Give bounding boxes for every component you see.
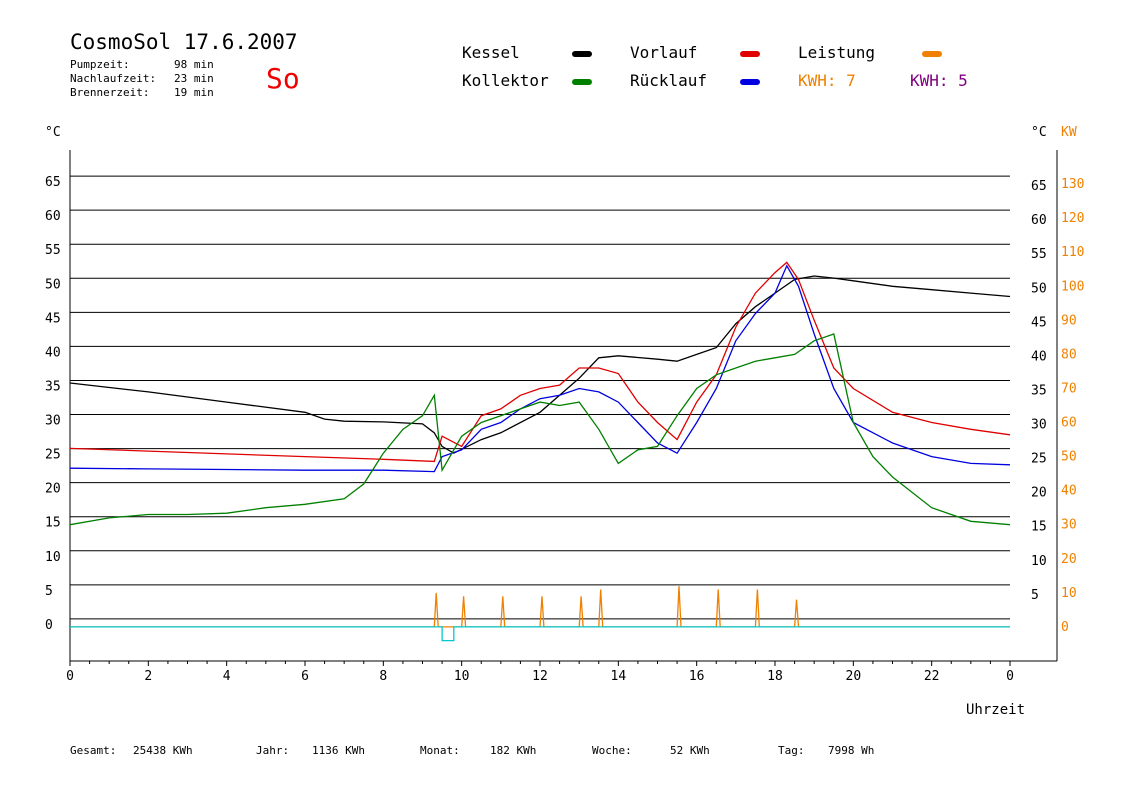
y2-tick-label: 90 bbox=[1061, 313, 1077, 328]
y2-tick-label: 30 bbox=[1061, 518, 1077, 533]
x-tick-label: 16 bbox=[689, 669, 705, 684]
y2-tick-label: 60 bbox=[1061, 416, 1077, 431]
x-tick-label: 2 bbox=[144, 669, 152, 684]
y-axis-unit-label: °C bbox=[45, 125, 61, 140]
footer-gesamt-label: Gesamt: bbox=[70, 744, 117, 757]
footer-woche-value: 52 KWh bbox=[670, 744, 710, 757]
y2-tick-label: 110 bbox=[1061, 245, 1084, 260]
series-line-rücklauf bbox=[69, 264, 1011, 473]
y2-tick-label: 50 bbox=[1061, 450, 1077, 465]
y2-tick-label: 70 bbox=[1061, 381, 1077, 396]
y2-tick-label: 20 bbox=[1061, 552, 1077, 567]
series-line-leistung bbox=[70, 586, 1010, 628]
y-tick-label: 30 bbox=[45, 414, 61, 429]
y2-tick-label: 130 bbox=[1061, 177, 1084, 192]
footer-monat-value: 182 KWh bbox=[490, 744, 537, 757]
y-tick-label: 65 bbox=[45, 175, 61, 190]
y-tick-label: 10 bbox=[45, 550, 61, 565]
y-right-tick-label: 40 bbox=[1031, 349, 1047, 364]
y-right-tick-label: 35 bbox=[1031, 383, 1047, 398]
x-tick-label: 4 bbox=[223, 669, 231, 684]
y-tick-label: 20 bbox=[45, 482, 61, 497]
footer-jahr-label: Jahr: bbox=[256, 744, 290, 757]
y-tick-label: 60 bbox=[45, 209, 61, 224]
y-right-tick-label: 60 bbox=[1031, 213, 1047, 228]
y2-tick-label: 120 bbox=[1061, 211, 1084, 226]
x-tick-label: 0 bbox=[1006, 669, 1014, 684]
footer-monat-label: Monat: bbox=[420, 744, 460, 757]
x-tick-label: 18 bbox=[767, 669, 783, 684]
x-tick-label: 22 bbox=[924, 669, 940, 684]
footer-tag-label: Tag: bbox=[778, 744, 805, 757]
y-right-unit-label: °C bbox=[1031, 125, 1047, 140]
y-tick-label: 0 bbox=[45, 618, 53, 633]
axes bbox=[69, 150, 1058, 666]
y-tick-label: 50 bbox=[45, 277, 61, 292]
y-tick-label: 15 bbox=[45, 516, 61, 531]
y2-tick-label: 0 bbox=[1061, 620, 1069, 635]
x-tick-label: 14 bbox=[611, 669, 627, 684]
x-tick-label: 20 bbox=[846, 669, 862, 684]
y-tick-label: 35 bbox=[45, 379, 61, 394]
y-right-tick-label: 10 bbox=[1031, 554, 1047, 569]
footer-woche-label: Woche: bbox=[592, 744, 632, 757]
y-tick-label: 40 bbox=[45, 345, 61, 360]
y-tick-label: 55 bbox=[45, 243, 61, 258]
footer-jahr-value: 1136 KWh bbox=[312, 744, 365, 757]
y-right-tick-label: 65 bbox=[1031, 179, 1047, 194]
series-lines bbox=[69, 261, 1011, 642]
series-line-kollektor bbox=[69, 333, 1011, 526]
y2-unit-label: KW bbox=[1061, 125, 1077, 140]
x-tick-label: 8 bbox=[379, 669, 387, 684]
y-right-tick-label: 45 bbox=[1031, 315, 1047, 330]
y-tick-label: 25 bbox=[45, 448, 61, 463]
y2-tick-label: 10 bbox=[1061, 586, 1077, 601]
y-right-tick-label: 55 bbox=[1031, 247, 1047, 262]
x-tick-label: 6 bbox=[301, 669, 309, 684]
series-line-pumpe bbox=[70, 626, 1010, 642]
temperature-chart: 0 2 4 6 8 10 12 14 16 18 20 22 005 510 1015 1520 2025 253… bbox=[45, 125, 1084, 718]
footer-gesamt-value: 25438 KWh bbox=[133, 744, 193, 757]
x-tick-label: 0 bbox=[66, 669, 74, 684]
y-right-tick-label: 25 bbox=[1031, 452, 1047, 467]
y2-tick-label: 100 bbox=[1061, 279, 1084, 294]
series-line-vorlauf bbox=[69, 261, 1011, 463]
y-right-tick-label: 30 bbox=[1031, 418, 1047, 433]
y-right-tick-label: 5 bbox=[1031, 588, 1039, 603]
y-right-tick-label: 50 bbox=[1031, 281, 1047, 296]
series-line-kessel bbox=[69, 275, 1011, 454]
y2-tick-label: 80 bbox=[1061, 347, 1077, 362]
y2-tick-label: 40 bbox=[1061, 484, 1077, 499]
footer-tag-value: 7998 Wh bbox=[828, 744, 875, 757]
y-tick-label: 45 bbox=[45, 311, 61, 326]
y-right-tick-label: 20 bbox=[1031, 486, 1047, 501]
x-tick-label: 10 bbox=[454, 669, 470, 684]
y-tick-label: 5 bbox=[45, 584, 53, 599]
y-right-tick-label: 15 bbox=[1031, 520, 1047, 535]
x-axis-label: Uhrzeit bbox=[966, 702, 1025, 718]
x-tick-label: 12 bbox=[532, 669, 548, 684]
